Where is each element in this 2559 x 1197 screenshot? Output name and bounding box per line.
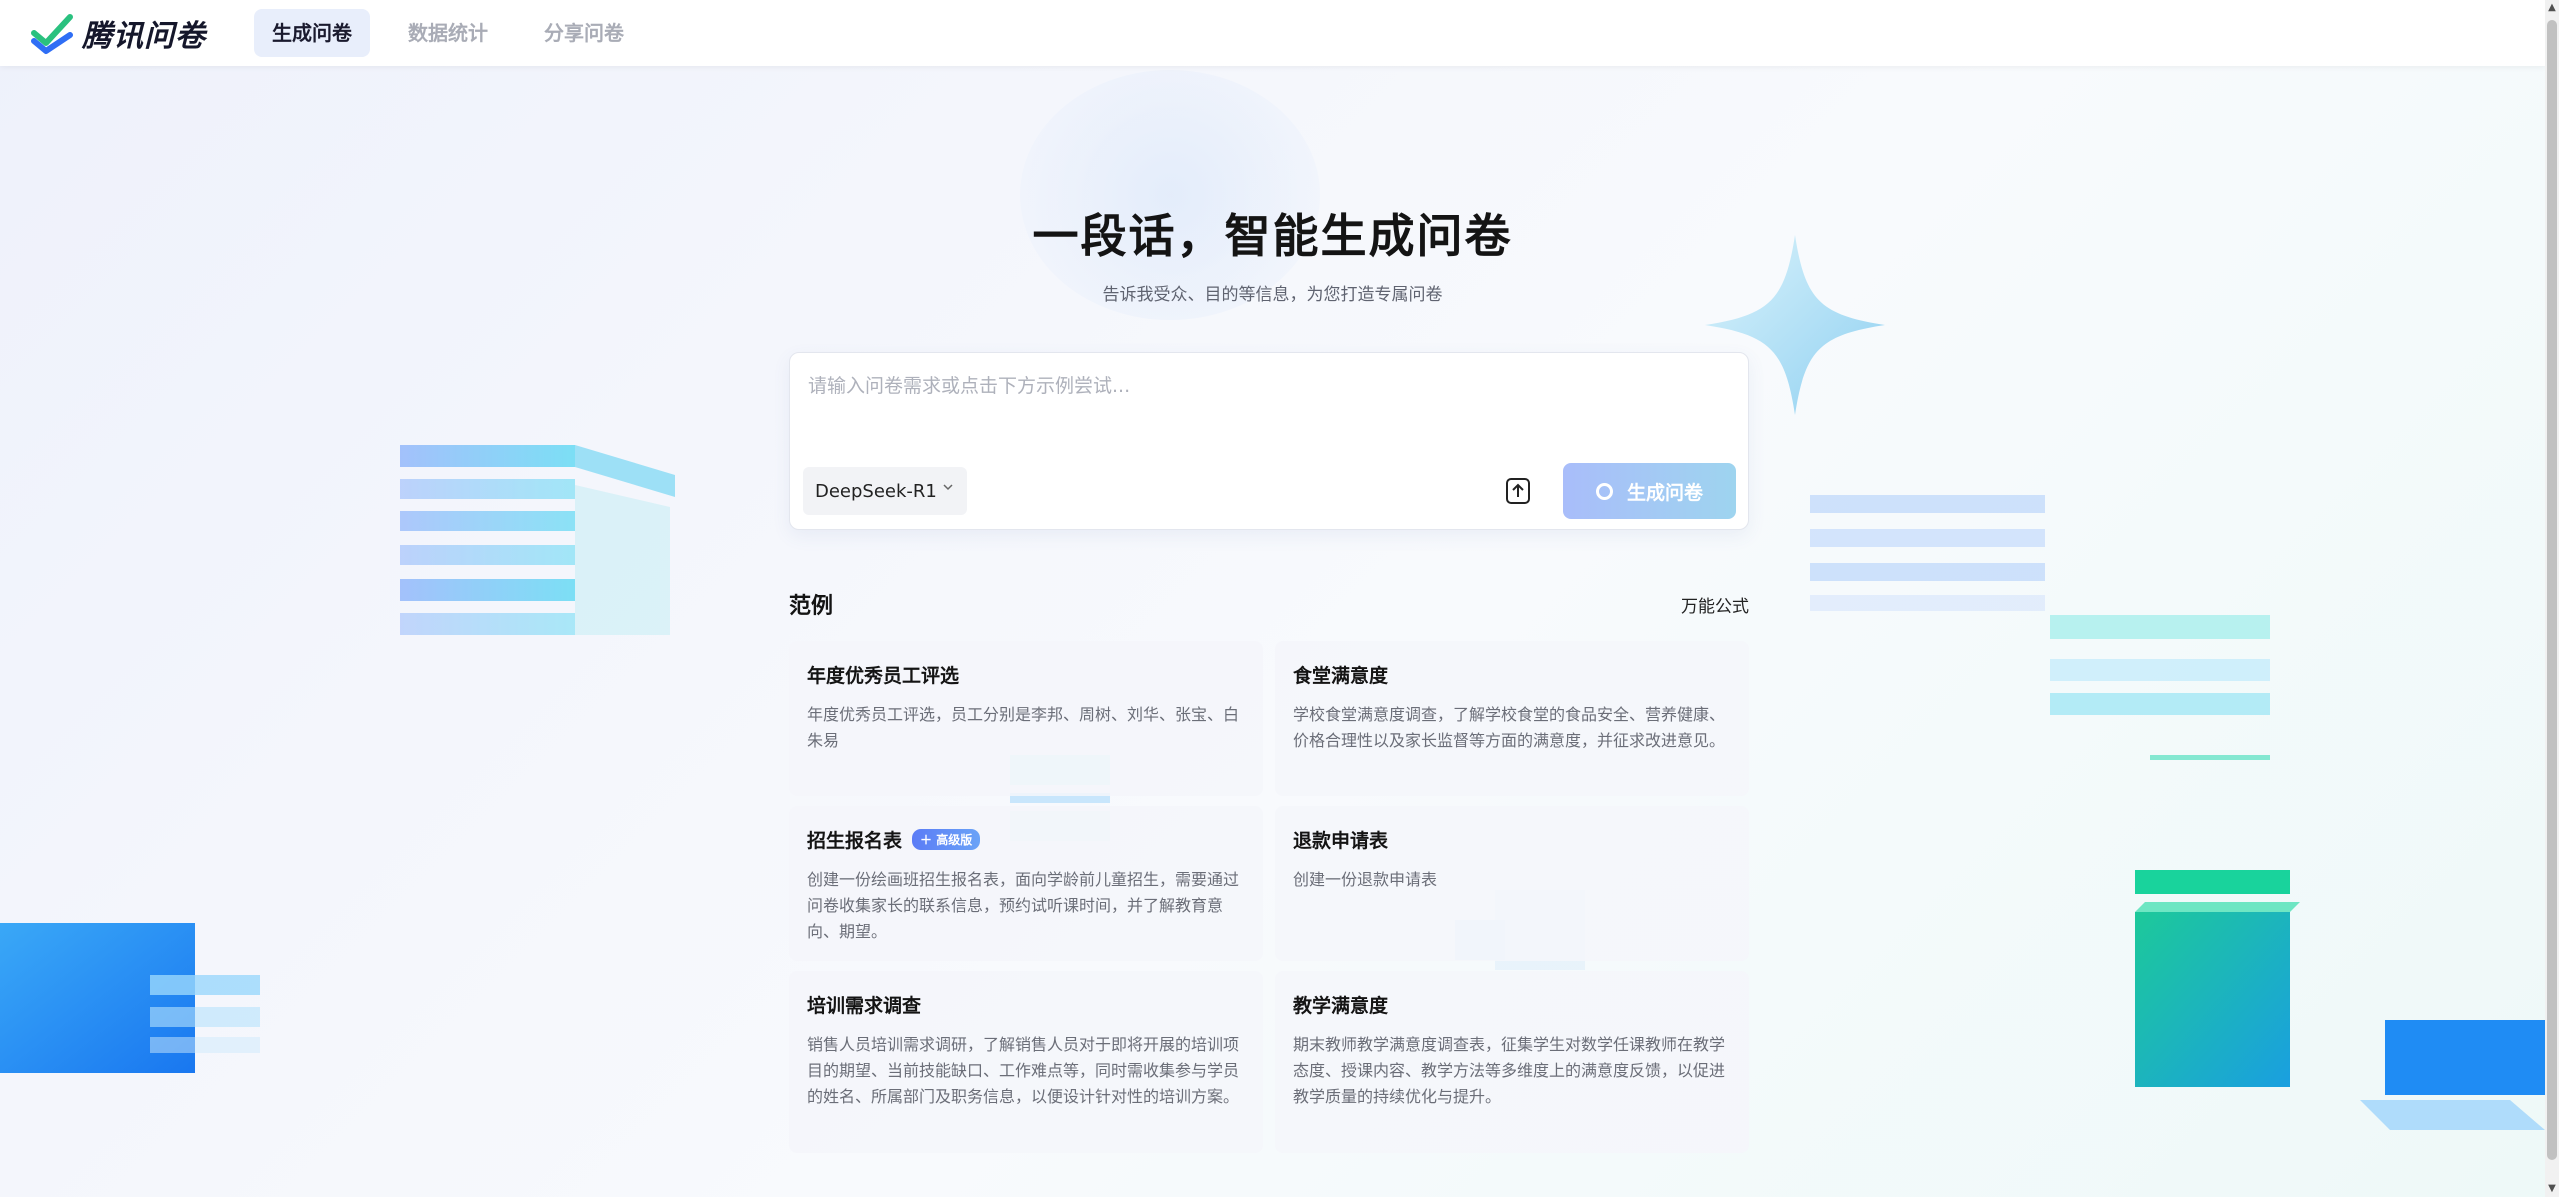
top-navigation-bar: 腾讯问卷 生成问卷 数据统计 分享问卷	[0, 0, 2545, 66]
check-logo-icon	[31, 14, 73, 54]
decor-layered-block	[400, 445, 675, 635]
scrollbar-thumb[interactable]	[2547, 20, 2557, 1160]
prompt-card: DeepSeek-R1 生成问卷	[789, 352, 1749, 530]
example-card-desc: 年度优秀员工评选，员工分别是李邦、周树、刘华、张宝、白朱易	[807, 705, 1240, 750]
premium-badge-label: 高级版	[936, 833, 973, 847]
example-card-title: 退款申请表	[1293, 830, 1389, 852]
page-scrollbar[interactable]: ▲ ▼	[2545, 0, 2559, 1197]
decor-blue-cube	[0, 923, 260, 1073]
example-card[interactable]: 教学满意度 期末教师教学满意度调查表，征集学生对数学任课教师在教学态度、授课内容…	[1275, 971, 1749, 1153]
examples-grid: 年度优秀员工评选 年度优秀员工评选，员工分别是李邦、周树、刘华、张宝、白朱易 食…	[789, 641, 1749, 1153]
tab-data-statistics[interactable]: 数据统计	[390, 9, 506, 57]
example-card[interactable]: 培训需求调查 销售人员培训需求调研，了解销售人员对于即将开展的培训项目的期望、当…	[789, 971, 1263, 1153]
example-card-title-row: 招生报名表 ＋ 高级版	[807, 826, 1245, 853]
example-card-desc: 创建一份退款申请表	[1293, 870, 1438, 889]
example-card-desc: 销售人员培训需求调研，了解销售人员对于即将开展的培训项目的期望、当前技能缺口、工…	[807, 1035, 1240, 1106]
example-card-title: 食堂满意度	[1293, 665, 1389, 687]
model-select-value: DeepSeek-R1	[815, 480, 937, 502]
upload-button[interactable]	[1500, 473, 1536, 509]
tab-generate-survey[interactable]: 生成问卷	[254, 9, 370, 57]
generate-survey-label: 生成问卷	[1626, 481, 1703, 504]
prompt-input[interactable]	[808, 371, 1728, 451]
example-card[interactable]: 招生报名表 ＋ 高级版 创建一份绘画班招生报名表，面向学龄前儿童招生，需要通过问…	[789, 806, 1263, 961]
premium-badge: ＋ 高级版	[912, 829, 981, 850]
chevron-down-icon	[943, 484, 953, 491]
page-subtitle: 告诉我受众、目的等信息，为您打造专属问卷	[1102, 285, 1443, 305]
decor-green-cube	[2135, 870, 2300, 1087]
universal-formula-link[interactable]: 万能公式	[1681, 592, 1749, 617]
example-card[interactable]: 年度优秀员工评选 年度优秀员工评选，员工分别是李邦、周树、刘华、张宝、白朱易	[789, 641, 1263, 796]
scroll-up-arrow-icon[interactable]: ▲	[2545, 0, 2559, 16]
example-card[interactable]: 食堂满意度 学校食堂满意度调查，了解学校食堂的食品安全、营养健康、价格合理性以及…	[1275, 641, 1749, 796]
example-card-desc: 学校食堂满意度调查，了解学校食堂的食品安全、营养健康、价格合理性以及家长监督等方…	[1293, 705, 1726, 750]
model-select[interactable]: DeepSeek-R1	[803, 467, 967, 515]
example-card-title: 年度优秀员工评选	[807, 665, 960, 687]
example-card-desc: 创建一份绘画班招生报名表，面向学龄前儿童招生，需要通过问卷收集家长的联系信息，预…	[807, 870, 1240, 941]
tab-share-survey[interactable]: 分享问卷	[526, 9, 642, 57]
example-card-desc: 期末教师教学满意度调查表，征集学生对数学任课教师在教学态度、授课内容、教学方法等…	[1293, 1035, 1726, 1106]
page-title: 一段话，智能生成问卷	[1032, 209, 1513, 263]
decor-layered-block-right	[1810, 495, 2045, 611]
loading-spinner-icon	[1595, 482, 1613, 500]
scroll-down-arrow-icon[interactable]: ▼	[2545, 1181, 2559, 1197]
decor-cyan-bars	[2050, 615, 2270, 760]
app-name: 腾讯问卷	[82, 19, 206, 54]
decor-blue-cube-right	[2360, 1020, 2545, 1130]
example-card-title: 培训需求调查	[807, 995, 922, 1017]
upload-file-icon	[1506, 478, 1530, 504]
main-nav: 生成问卷 数据统计 分享问卷	[254, 9, 662, 57]
examples-header: 范例 万能公式	[789, 588, 1749, 620]
app-logo[interactable]: 腾讯问卷	[30, 11, 206, 55]
generate-survey-button[interactable]: 生成问卷	[1563, 463, 1736, 519]
example-card-title: 招生报名表	[807, 830, 903, 852]
example-card-title: 教学满意度	[1293, 995, 1389, 1017]
examples-title: 范例	[789, 594, 834, 619]
example-card[interactable]: 退款申请表 创建一份退款申请表	[1275, 806, 1749, 961]
